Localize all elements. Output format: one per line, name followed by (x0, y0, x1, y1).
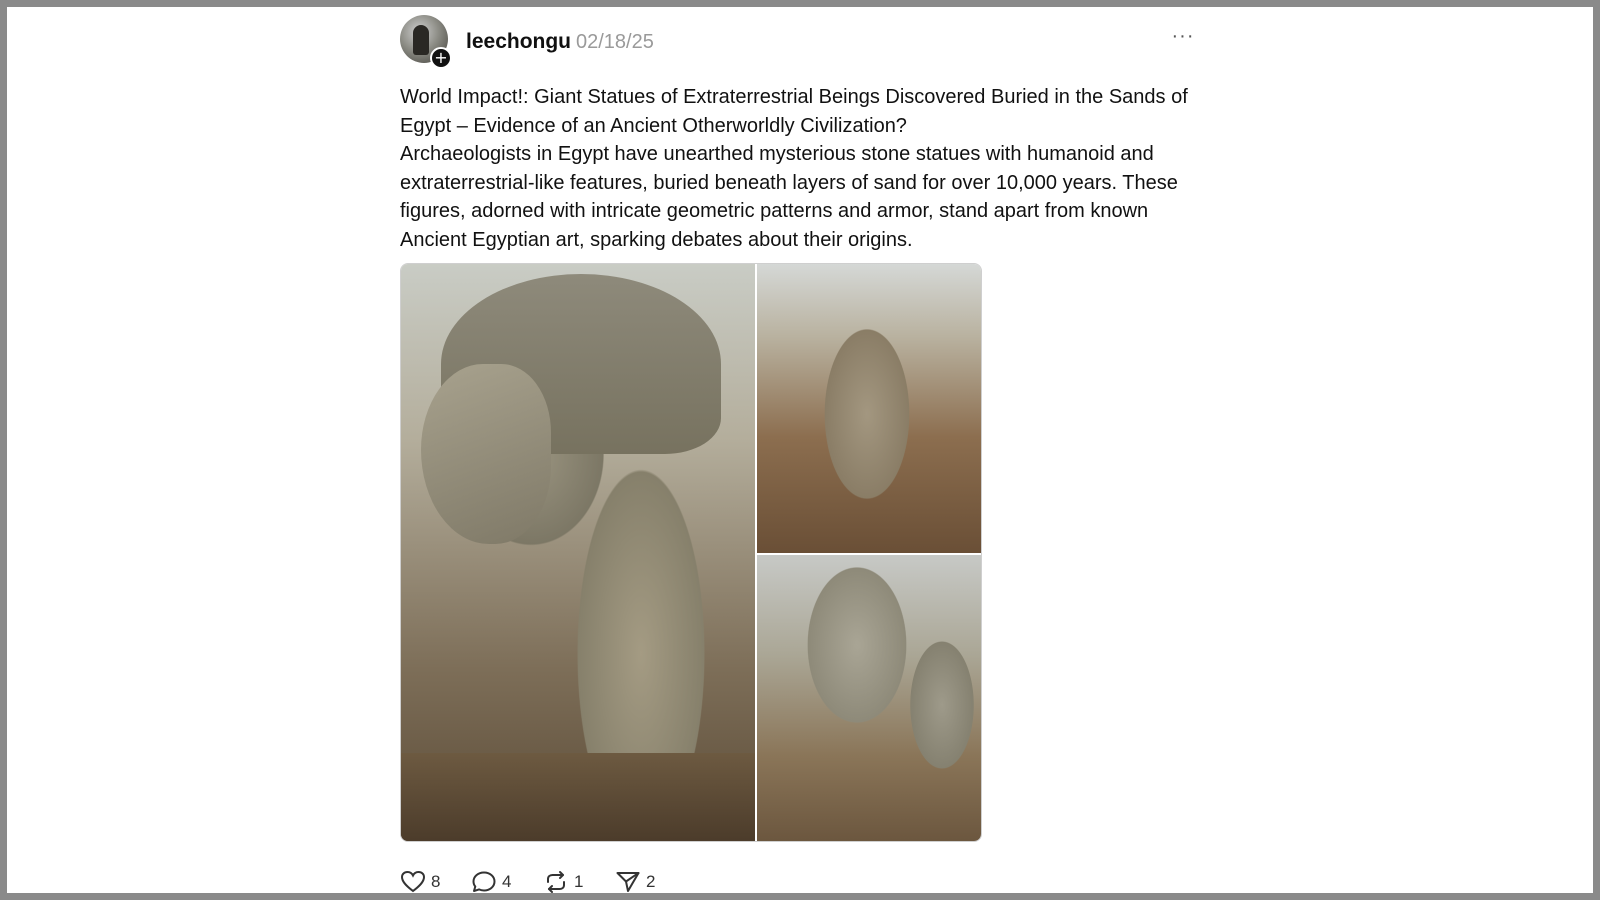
app-frame: + leechongu 02/18/25 ··· World Impact!: … (7, 7, 1593, 893)
post-headline: World Impact!: Giant Statues of Extrater… (400, 86, 1188, 137)
share-button[interactable]: 2 (615, 869, 675, 895)
reply-count: 4 (502, 872, 512, 891)
post-date[interactable]: 02/18/25 (576, 31, 654, 54)
more-options-icon[interactable]: ··· (1169, 25, 1197, 47)
reply-button[interactable]: 4 (471, 869, 531, 895)
repost-button[interactable]: 1 (543, 869, 603, 895)
heart-icon (400, 870, 426, 893)
follow-plus-icon[interactable]: + (430, 47, 452, 69)
username-link[interactable]: leechongu (466, 30, 571, 54)
repost-count: 1 (574, 872, 584, 891)
action-bar: 8 4 1 2 (400, 869, 800, 897)
statue-in-pit-image[interactable] (757, 264, 981, 553)
avatar-figure (413, 25, 429, 55)
post-header: + leechongu 02/18/25 ··· (400, 10, 1200, 69)
like-button[interactable]: 8 (400, 869, 460, 895)
comment-icon (472, 871, 496, 892)
repost-icon (547, 871, 565, 893)
post-text: World Impact!: Giant Statues of Extrater… (400, 83, 1200, 254)
like-count: 8 (431, 872, 441, 891)
image-gallery (400, 263, 982, 842)
send-icon (616, 872, 640, 892)
statue-face (421, 364, 551, 544)
sand-ground (401, 753, 755, 841)
statues-group-image[interactable] (757, 555, 981, 841)
share-count: 2 (646, 872, 656, 891)
post-body: Archaeologists in Egypt have unearthed m… (400, 143, 1178, 251)
statue-closeup-image[interactable] (401, 264, 755, 841)
